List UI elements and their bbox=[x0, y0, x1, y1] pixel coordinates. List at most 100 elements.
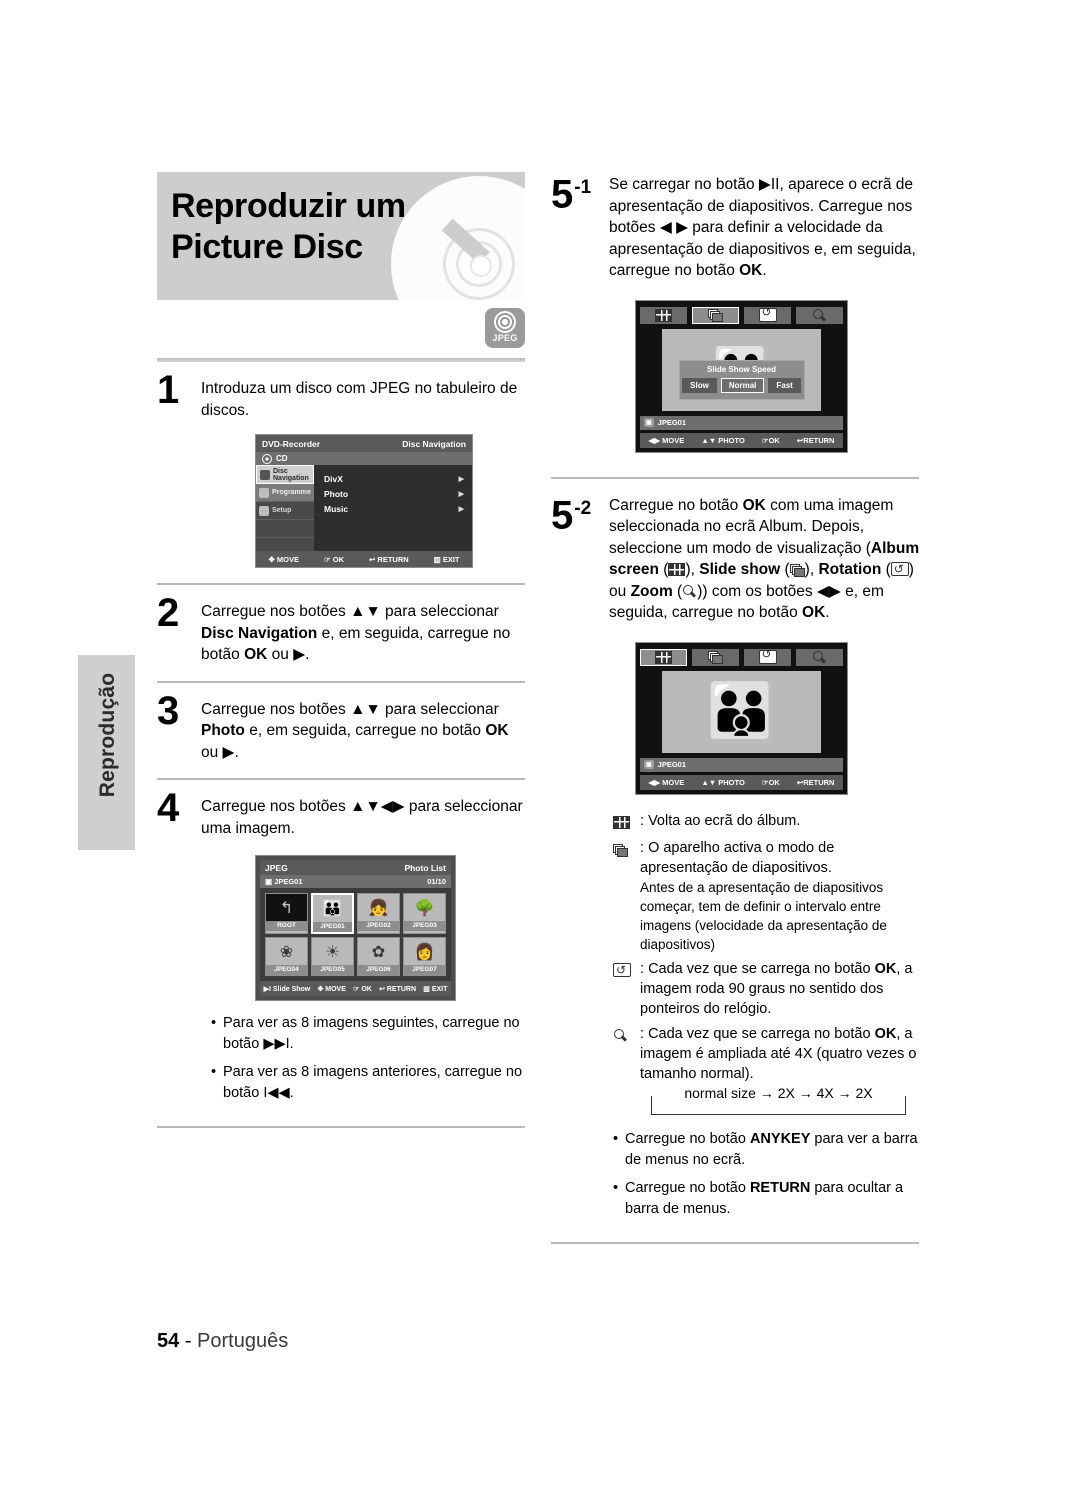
status-return: ↩ RETURN bbox=[369, 554, 409, 564]
status-slideshow: ▶I Slide Show bbox=[263, 985, 311, 993]
file-bar: ▣ JPEG01 bbox=[640, 415, 843, 430]
rotation-icon bbox=[613, 959, 633, 1019]
disc-nav-sidebar: Disc Navigation Programme Setup bbox=[256, 465, 314, 556]
slideshow-icon-button[interactable] bbox=[692, 306, 739, 324]
note-slideshow: : O aparelho activa o modo de apresentaç… bbox=[613, 838, 923, 878]
thumbnail-jpeg03[interactable]: 🌳 JPEG03 bbox=[403, 893, 446, 934]
thumbnail-label: JPEG03 bbox=[404, 921, 445, 931]
status-ok: ☞OK bbox=[761, 777, 780, 787]
divider bbox=[157, 778, 525, 780]
zoom-cycle-bracket: normal size → 2X → 4X → 2X bbox=[651, 1084, 906, 1115]
bullet-previous-images: Para ver as 8 imagens anteriores, carreg… bbox=[211, 1062, 529, 1104]
list-item-photo[interactable]: Photo ▶ bbox=[324, 486, 464, 501]
status-move: ✥ MOVE bbox=[268, 554, 299, 564]
osd-statusbar: ◀▶ MOVE ▲▼ PHOTO ☞OK ↩RETURN bbox=[640, 774, 843, 790]
status-return: ↩ RETURN bbox=[379, 985, 417, 993]
thumbnail-jpeg05[interactable]: ☀ JPEG05 bbox=[311, 937, 354, 976]
list-item-label: Photo bbox=[324, 488, 349, 499]
zoom-icon-button[interactable] bbox=[796, 648, 843, 666]
status-ok: ☞ OK bbox=[323, 554, 345, 564]
disc-navigation-screenshot: DVD-Recorder Disc Navigation CD Disc Nav… bbox=[255, 434, 473, 568]
speed-option-normal[interactable]: Normal bbox=[720, 377, 765, 393]
jpeg-badge: JPEG bbox=[485, 308, 525, 348]
preview-image: 👪 Slide Show Speed Slow Normal Fast bbox=[662, 328, 821, 411]
side-tab-reproducao: Reprodução bbox=[78, 655, 135, 850]
thumbnail-root[interactable]: ↰ ROOT bbox=[265, 893, 308, 934]
slideshow-speed-dialog: Slide Show Speed Slow Normal Fast bbox=[678, 359, 805, 400]
speed-option-fast[interactable]: Fast bbox=[768, 377, 801, 393]
photo-thumbnail-grid: ↰ ROOT 👪 JPEG01 👧 JPEG02 🌳 JPEG03 ❀ JPEG… bbox=[260, 888, 451, 981]
sidebar-item-disc-navigation[interactable]: Disc Navigation bbox=[256, 465, 314, 484]
dialog-title: Slide Show Speed bbox=[707, 364, 776, 374]
photo-list-folder: ▣ JPEG01 bbox=[265, 877, 303, 886]
status-ok: ☞ OK bbox=[353, 985, 372, 993]
badge-row: JPEG bbox=[157, 300, 525, 352]
divider bbox=[157, 583, 525, 585]
note-slideshow-sub: Antes de a apresentação de diapositivos … bbox=[640, 879, 887, 952]
file-name: JPEG01 bbox=[657, 418, 687, 427]
status-exit: ▥ EXIT bbox=[433, 554, 460, 564]
thumbnail-jpeg02[interactable]: 👧 JPEG02 bbox=[357, 893, 400, 934]
disc-nav-title-left: DVD-Recorder bbox=[262, 438, 321, 449]
thumbnail-label: JPEG02 bbox=[358, 921, 399, 931]
zoom-icon bbox=[613, 1024, 633, 1084]
thumbnail-label: JPEG05 bbox=[312, 965, 353, 975]
album-icon-button[interactable] bbox=[640, 648, 687, 666]
note-rotation-text: : Cada vez que se carrega no botão OK, a… bbox=[640, 960, 913, 1017]
album-view-screenshot: 👪 ▣ JPEG01 ◀▶ MOVE ▲▼ PHOTO ☞OK ↩RETURN bbox=[635, 641, 848, 795]
list-item-divx[interactable]: DivX ▶ bbox=[324, 471, 464, 486]
step-1-text: Introduza um disco com JPEG no tabuleiro… bbox=[201, 380, 518, 419]
divider bbox=[157, 1126, 525, 1128]
step-3: 3 Carregue nos botões ▲▼ para selecciona… bbox=[157, 689, 529, 764]
zoom-icon-button[interactable] bbox=[796, 306, 843, 324]
sidebar-item-label: Setup bbox=[272, 507, 292, 514]
speed-option-slow[interactable]: Slow bbox=[682, 377, 717, 393]
thumbnail-image: 🌳 bbox=[414, 899, 435, 917]
disc-navigation-icon bbox=[260, 469, 270, 480]
divider bbox=[551, 1241, 919, 1244]
thumbnail-label: JPEG01 bbox=[313, 922, 352, 932]
right-column: 5-1 Se carregar no botão ▶II, aparece o … bbox=[551, 172, 923, 1258]
thumbnail-jpeg01[interactable]: 👪 JPEG01 bbox=[311, 893, 354, 934]
bullet-return: Carregue no botão RETURN para ocultar a … bbox=[613, 1178, 923, 1220]
sidebar-item-setup[interactable]: Setup bbox=[256, 502, 314, 520]
step-4-text: Carregue nos botões ▲▼◀▶ para selecciona… bbox=[201, 798, 523, 837]
zoom-cycle-diagram: normal size → 2X → 4X → 2X bbox=[651, 1084, 906, 1115]
step-3-text: Carregue nos botões ▲▼ para seleccionar … bbox=[201, 700, 509, 761]
sidebar-blank bbox=[256, 538, 314, 556]
status-photo: ▲▼ PHOTO bbox=[701, 435, 745, 445]
step-4: 4 Carregue nos botões ▲▼◀▶ para seleccio… bbox=[157, 786, 529, 1104]
chevron-right-icon: ▶ bbox=[458, 490, 464, 498]
note-album: : Volta ao ecrã do álbum. bbox=[613, 811, 923, 833]
list-item-music[interactable]: Music ▶ bbox=[324, 501, 464, 516]
photo-list-counter: 01/10 bbox=[427, 877, 446, 886]
slideshow-icon-button[interactable] bbox=[692, 648, 739, 666]
slideshow-icon bbox=[789, 564, 805, 577]
zoom-cycle-label: normal size → 2X → 4X → 2X bbox=[652, 1084, 905, 1101]
divider bbox=[157, 680, 525, 683]
thumbnail-label: ROOT bbox=[266, 921, 307, 931]
photo-list-statusbar: ▶I Slide Show ✥ MOVE ☞ OK ↩ RETURN ▥ EXI… bbox=[260, 981, 451, 996]
footer-language: Português bbox=[197, 1330, 289, 1352]
album-icon-button[interactable] bbox=[640, 306, 687, 324]
grid-icon bbox=[668, 563, 686, 576]
rotation-icon-button[interactable] bbox=[744, 647, 791, 666]
thumbnail-jpeg07[interactable]: 👩 JPEG07 bbox=[403, 937, 446, 976]
note-rotation: : Cada vez que se carrega no botão OK, a… bbox=[613, 959, 923, 1019]
disc-type-row: CD bbox=[256, 452, 472, 465]
speed-options: Slow Normal Fast bbox=[680, 377, 804, 393]
page-header-banner: Reproduzir um Picture Disc bbox=[157, 172, 525, 300]
rotation-icon bbox=[890, 559, 909, 581]
list-item-label: DivX bbox=[324, 473, 343, 484]
left-column: Reproduzir um Picture Disc JPEG 1 Introd… bbox=[157, 172, 529, 1142]
rotation-icon-button[interactable] bbox=[744, 305, 791, 324]
sidebar-item-programme[interactable]: Programme bbox=[256, 484, 314, 502]
step-5-2-text: Carregue no botão OK com uma imagem sele… bbox=[609, 493, 923, 624]
thumbnail-jpeg06[interactable]: ✿ JPEG06 bbox=[357, 937, 400, 976]
divider bbox=[157, 358, 525, 362]
rotation-icon bbox=[758, 305, 777, 322]
thumbnail-jpeg04[interactable]: ❀ JPEG04 bbox=[265, 937, 308, 976]
thumbnail-image: 👧 bbox=[368, 899, 389, 917]
preview-image: 👪 bbox=[662, 670, 821, 753]
step-2: 2 Carregue nos botões ▲▼ para selecciona… bbox=[157, 591, 529, 666]
